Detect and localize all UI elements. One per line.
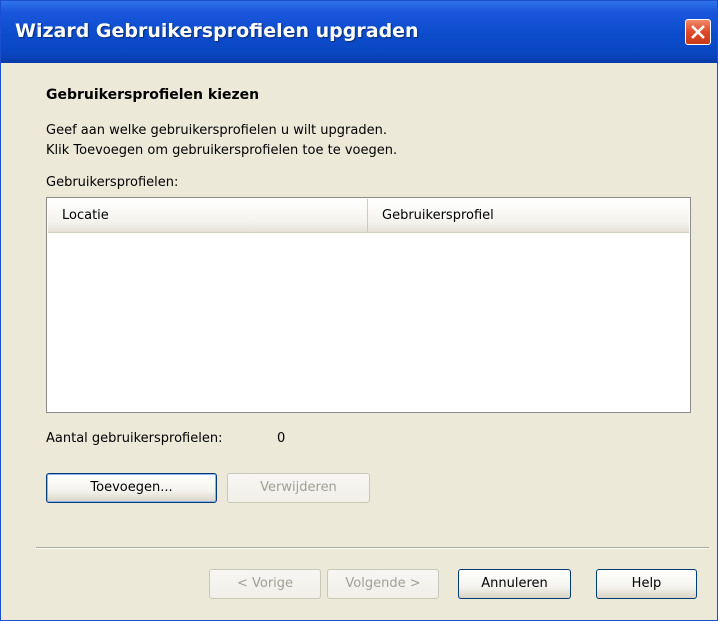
back-button[interactable]: < Vorige — [209, 569, 321, 599]
page-heading: Gebruikersprofielen kiezen — [46, 87, 260, 103]
profiles-list[interactable]: Locatie Gebruikersprofiel — [46, 197, 691, 413]
window-title: Wizard Gebruikersprofielen upgraden — [15, 20, 419, 42]
profiles-list-label: Gebruikersprofielen: — [46, 175, 179, 190]
wizard-window: Wizard Gebruikersprofielen upgraden Gebr… — [0, 0, 718, 621]
next-button[interactable]: Volgende > — [327, 569, 439, 599]
footer-separator — [36, 547, 709, 549]
remove-button[interactable]: Verwijderen — [227, 473, 370, 503]
description-line-2: Klik Toevoegen om gebruikersprofielen to… — [46, 143, 398, 158]
add-button[interactable]: Toevoegen... — [46, 473, 217, 503]
column-header-gebruikersprofiel[interactable]: Gebruikersprofiel — [368, 199, 689, 232]
column-header-locatie[interactable]: Locatie — [48, 199, 368, 232]
help-button[interactable]: Help — [596, 569, 697, 599]
close-button[interactable] — [685, 19, 711, 45]
description-line-1: Geef aan welke gebruikersprofielen u wil… — [46, 123, 387, 138]
list-column-headers: Locatie Gebruikersprofiel — [48, 199, 689, 233]
cancel-button[interactable]: Annuleren — [458, 569, 571, 599]
title-bar[interactable]: Wizard Gebruikersprofielen upgraden — [1, 1, 717, 63]
profile-count-label: Aantal gebruikersprofielen: — [46, 431, 223, 446]
close-icon — [691, 25, 705, 39]
profile-count-value: 0 — [277, 431, 286, 446]
